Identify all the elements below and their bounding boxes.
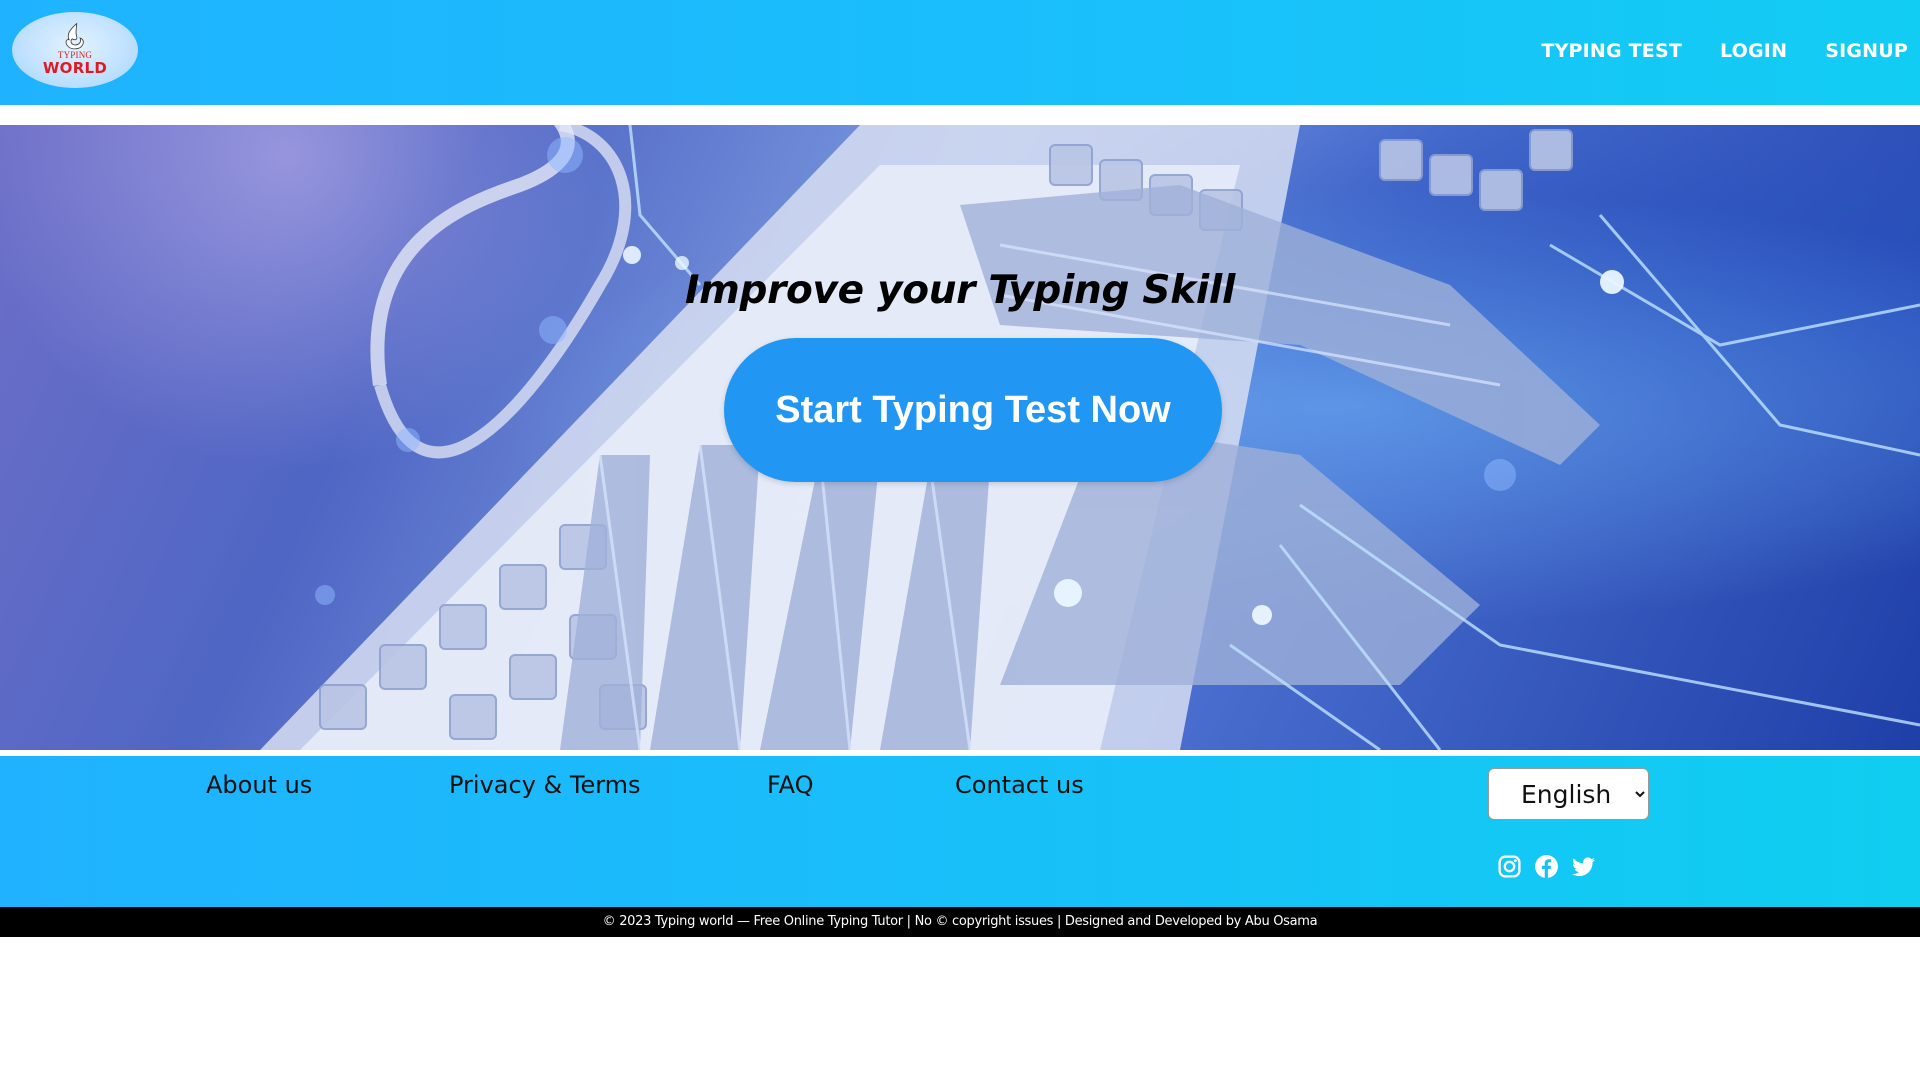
social-links: [1497, 854, 1596, 879]
hero-title: Improve your Typing Skill: [684, 268, 1236, 313]
logo-big-text: WORLD: [42, 58, 108, 77]
start-typing-test-button[interactable]: Start Typing Test Now: [724, 338, 1222, 482]
nav-signup-link[interactable]: SIGNUP: [1825, 40, 1908, 62]
footer-about-us-link[interactable]: About us: [206, 771, 312, 799]
site-footer: About us Privacy & Terms FAQ Contact us …: [0, 756, 1920, 907]
nav-typing-test-link[interactable]: TYPING TEST: [1541, 40, 1682, 62]
language-select[interactable]: English: [1488, 768, 1649, 820]
instagram-icon[interactable]: [1497, 854, 1522, 879]
footer-contact-us-link[interactable]: Contact us: [955, 771, 1084, 799]
nav-login-link[interactable]: LOGIN: [1720, 40, 1787, 62]
footer-faq-link[interactable]: FAQ: [767, 771, 814, 799]
site-logo[interactable]: TYPING WORLD: [12, 12, 138, 88]
hero-banner: Improve your Typing Skill Start Typing T…: [0, 125, 1920, 750]
top-nav: TYPING TEST LOGIN SIGNUP: [1541, 40, 1908, 62]
copyright-bar: © 2023 Typing world — Free Online Typing…: [0, 907, 1920, 937]
site-header: TYPING WORLD TYPING TEST LOGIN SIGNUP: [0, 0, 1920, 105]
facebook-icon[interactable]: [1534, 854, 1559, 879]
twitter-icon[interactable]: [1571, 854, 1596, 879]
footer-privacy-terms-link[interactable]: Privacy & Terms: [449, 771, 641, 799]
